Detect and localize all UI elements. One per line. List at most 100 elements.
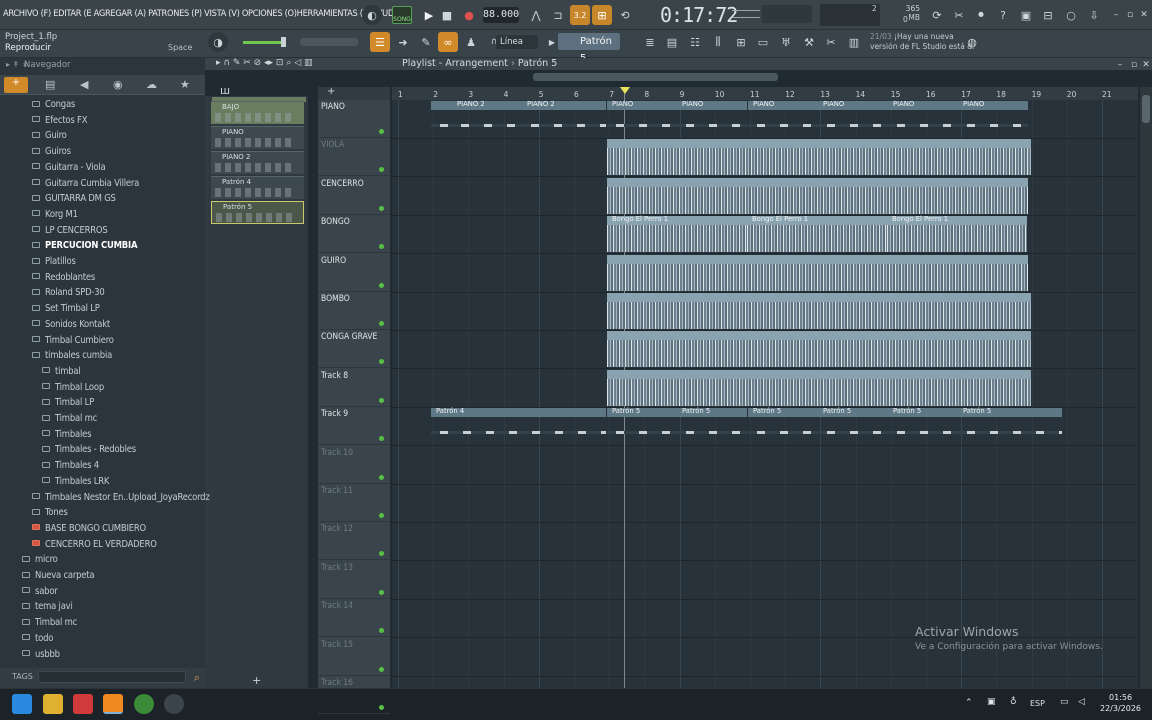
browser-icon[interactable]: ⊞ — [731, 32, 751, 52]
mixer-view-icon[interactable]: ⫼ — [708, 32, 728, 52]
fl-studio-taskbar-icon[interactable] — [103, 694, 123, 714]
chrome-icon[interactable] — [134, 694, 154, 714]
track-header[interactable]: BONGO — [318, 215, 390, 254]
pitch-knob-icon[interactable]: ◑ — [208, 32, 228, 52]
plug-icon[interactable]: ♅ — [776, 32, 796, 52]
windows-start-icon[interactable] — [12, 694, 32, 714]
browser-item[interactable]: Tones — [32, 505, 68, 520]
add-pattern-icon[interactable]: + — [252, 674, 261, 687]
wrench-icon[interactable]: ⚒ — [799, 32, 819, 52]
browser-item[interactable]: Timbal Cumbiero — [32, 333, 114, 348]
app-icon[interactable] — [164, 694, 184, 714]
browser-item[interactable]: Redoblantes — [32, 270, 95, 285]
browser-item[interactable]: Timbal mc — [42, 411, 97, 426]
tags-input[interactable] — [38, 671, 186, 683]
browser-item[interactable]: Korg M1 — [32, 207, 78, 222]
star-tab-icon[interactable]: ★ — [180, 78, 190, 91]
browser-item[interactable]: Platillos — [32, 254, 76, 269]
vertical-scroll-handle[interactable] — [1142, 95, 1150, 123]
file-explorer-icon[interactable] — [43, 694, 63, 714]
browser-item[interactable]: Efectos FX — [32, 113, 87, 128]
playlist-tools-icon[interactable]: ▸ ∩ ✎ ✂ ⊘ ◂▸ ⊡ ⌕ ◁ ▥ — [216, 58, 313, 68]
browser-item[interactable]: BASE BONGO CUMBIERO — [32, 521, 146, 536]
track-mute-led[interactable] — [379, 205, 384, 211]
pencil-icon[interactable]: ✎ — [416, 32, 436, 52]
trash-icon[interactable]: ▥ — [844, 32, 864, 52]
pattern-clip[interactable]: PIANO — [748, 100, 818, 137]
pattern-clip[interactable]: PIANO 2 — [522, 100, 606, 137]
pattern-clip[interactable]: Patrón 5 — [888, 407, 958, 445]
pattern-clip[interactable] — [431, 101, 452, 137]
speaker-tab-icon[interactable]: ◀ — [80, 78, 88, 91]
track-mute-led[interactable] — [379, 551, 384, 557]
audio-clip[interactable]: Bongo El Perro 1 — [747, 215, 887, 253]
close-icon[interactable]: ✕ — [1134, 5, 1152, 25]
news-panel[interactable]: 21/03 ¡Hay una nueva versión de FL Studi… — [870, 32, 974, 52]
snap-selector[interactable]: Línea — [496, 35, 538, 49]
track-mute-led[interactable] — [379, 321, 384, 326]
metronome-icon[interactable]: ⋀ — [526, 5, 546, 25]
picker-pattern[interactable]: Patrón 4 — [211, 176, 304, 199]
refresh-icon[interactable]: ⟳ — [927, 5, 947, 25]
browser-item[interactable]: Sonidos Kontakt — [32, 317, 110, 332]
browser-item[interactable]: CENCERRO EL VERDADERO — [32, 537, 157, 552]
track-mute-led[interactable] — [379, 436, 384, 442]
track-mute-led[interactable] — [379, 666, 384, 672]
track-mute-led[interactable] — [379, 705, 384, 710]
blend-notes-icon[interactable]: ⊞ — [592, 5, 612, 25]
browser-item[interactable]: Guitarra - Viola — [32, 160, 106, 175]
all-tab-icon[interactable]: + — [4, 77, 28, 93]
picker-pattern[interactable]: BAJO — [211, 101, 304, 124]
tray-mic-icon[interactable]: ♁ — [1010, 697, 1017, 707]
add-track-icon[interactable]: + — [327, 86, 335, 97]
main-volume-handle[interactable] — [281, 37, 286, 47]
browser-item[interactable]: PERCUCION CUMBIA — [32, 238, 137, 253]
browser-item[interactable]: LP CENCERROS — [32, 223, 108, 238]
audio-clip[interactable]: Bongo El Perro 1 — [887, 215, 1027, 253]
download-icon[interactable]: ⇩ — [1084, 5, 1104, 25]
browser-item[interactable]: sabor — [22, 584, 58, 599]
audio-clip[interactable] — [607, 369, 1031, 406]
track-mute-led[interactable] — [379, 397, 384, 403]
track-header[interactable]: Track 12 — [318, 522, 390, 561]
panel-close-icon[interactable]: ✕ — [1136, 55, 1152, 75]
pattern-clip[interactable]: Patrón 5 — [677, 407, 747, 445]
browser-item[interactable]: Guitarra Cumbia Villera — [32, 176, 139, 191]
pattern-clip[interactable]: Patrón 5 — [958, 407, 1062, 445]
browser-item[interactable]: Timbal LP — [42, 395, 94, 410]
tray-expand-icon[interactable]: ⌃ — [965, 698, 973, 708]
browser-item[interactable]: timbal — [42, 364, 81, 379]
browser-item[interactable]: usbbb — [22, 647, 60, 662]
save-icon[interactable]: ▣ — [1016, 5, 1036, 25]
stamp-icon[interactable]: ♟ — [461, 32, 481, 52]
channel-rack-icon[interactable]: ☷ — [685, 32, 705, 52]
file-tab-icon[interactable]: ▤ — [45, 78, 55, 91]
browser-item[interactable]: Timbal Loop — [42, 380, 104, 395]
pattern-clip[interactable]: PIANO — [677, 100, 747, 137]
horizontal-scrollbar[interactable] — [533, 73, 778, 81]
track-header[interactable]: Track 13 — [318, 561, 390, 599]
track-mute-led[interactable] — [379, 589, 384, 595]
audio-clip[interactable] — [607, 254, 1028, 291]
browser-item[interactable]: Timbales Nestor En..Upload_JoyaRecordz — [32, 490, 210, 505]
plugin-icon[interactable]: ✂ — [949, 5, 969, 25]
track-mute-led[interactable] — [379, 129, 384, 134]
playlist-icon[interactable]: ≣ — [640, 32, 660, 52]
wps-office-icon[interactable] — [73, 694, 93, 714]
cloud-tab-icon[interactable]: ☁ — [146, 78, 157, 91]
track-header[interactable]: Track 10 — [318, 446, 390, 484]
browser-item[interactable]: Timbal mc — [22, 615, 77, 630]
browser-item[interactable]: Guiros — [32, 144, 71, 159]
track-header[interactable]: Track 14 — [318, 599, 390, 638]
track-header[interactable]: Track 8 — [318, 369, 390, 407]
main-volume-slider[interactable] — [243, 41, 283, 44]
track-header[interactable]: Track 15 — [318, 638, 390, 676]
track-mute-led[interactable] — [379, 282, 384, 288]
mixer-icon[interactable]: ⊟ — [1038, 5, 1058, 25]
audio-clip[interactable] — [607, 293, 1031, 329]
browser-item[interactable]: Congas — [32, 97, 75, 112]
help-icon[interactable]: ? — [993, 5, 1013, 25]
wait-input-icon[interactable]: ⊐ — [548, 5, 568, 25]
stop-icon[interactable]: ■ — [437, 5, 457, 25]
browser-item[interactable]: todo — [22, 631, 53, 646]
